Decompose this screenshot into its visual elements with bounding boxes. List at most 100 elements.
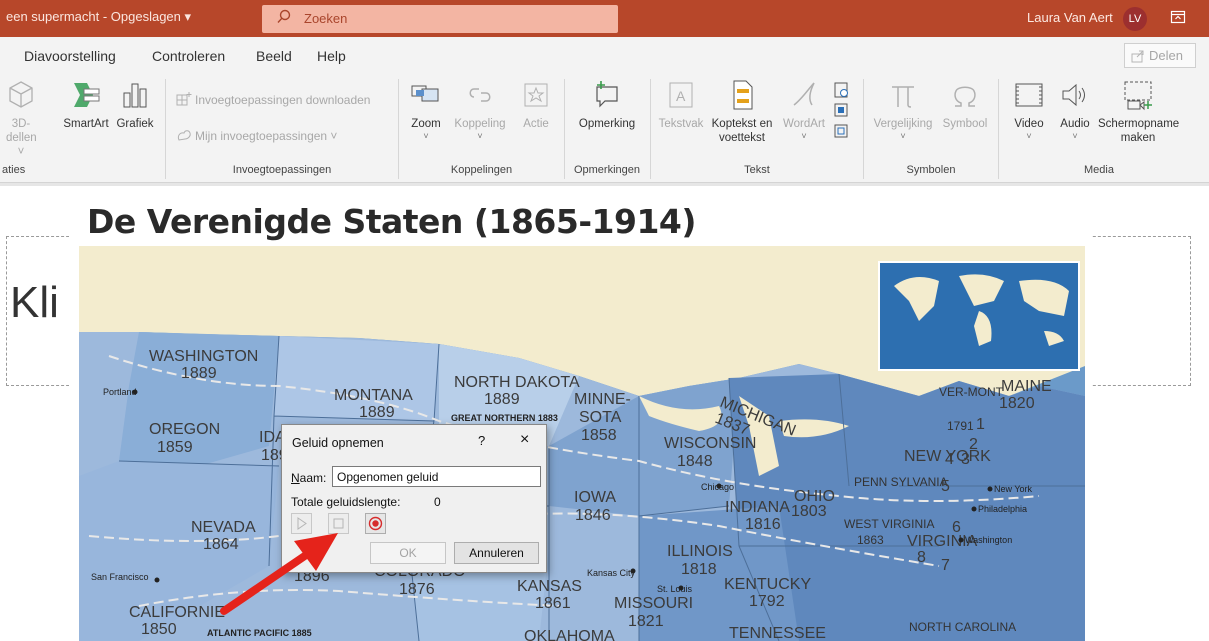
state-north-dakota-year: 1889 <box>484 391 520 408</box>
state-oklahoma: OKLAHOMA <box>524 628 615 641</box>
state-maine: MAINE <box>1001 378 1052 395</box>
cancel-button[interactable]: Annuleren <box>454 542 539 564</box>
city-san-francisco: San Francisco <box>91 572 149 582</box>
zoom-button[interactable]: Zoom ˅ <box>404 79 448 141</box>
record-button[interactable] <box>365 513 386 534</box>
audio-button[interactable]: Audio ˅ <box>1054 79 1096 141</box>
tab-diavoorstelling[interactable]: Diavoorstelling <box>24 48 116 64</box>
share-button[interactable]: Delen <box>1124 43 1196 68</box>
tab-help[interactable]: Help <box>317 48 346 64</box>
group-label-opmerkingen: Opmerkingen <box>573 164 641 176</box>
video-icon <box>1015 83 1043 107</box>
state-washington-year: 1889 <box>181 365 217 382</box>
city-washington: Washington <box>965 535 1012 545</box>
state-minnesota: MINNE- <box>574 391 631 408</box>
omega-icon <box>954 86 976 107</box>
bar-chart-icon <box>123 83 147 108</box>
wordart-icon <box>793 82 815 106</box>
equation-button[interactable]: Vergelijking ˅ <box>868 79 938 141</box>
state-minnesota-2: SOTA <box>579 409 622 426</box>
state-kansas-year: 1861 <box>535 595 571 612</box>
state-ohio-year: 1803 <box>791 503 827 520</box>
smartart-icon <box>74 83 100 107</box>
placeholder-text[interactable]: Kli <box>10 278 59 328</box>
name-label: Naam: <box>291 471 327 485</box>
state-missouri-year: 1821 <box>628 613 664 630</box>
link-icon <box>469 88 491 102</box>
header-footer-button[interactable]: Koptekst en voettekst <box>706 79 778 145</box>
state-illinois: ILLINOIS <box>667 543 733 560</box>
avatar[interactable]: LV <box>1123 7 1147 31</box>
state-west-virginia: WEST VIRGINIA <box>844 517 934 531</box>
video-button[interactable]: Video ˅ <box>1008 79 1050 141</box>
screen-recording-button[interactable]: Schermopname maken <box>1098 79 1179 145</box>
download-addins-button[interactable]: Invoegtoepassingen downloaden <box>176 91 370 107</box>
document-title[interactable]: een supermacht - Opgeslagen ▾ <box>6 9 191 25</box>
length-label: Totale geluidslengte: <box>291 495 401 509</box>
cube-icon <box>9 81 33 108</box>
symbol-button[interactable]: Symbool <box>938 79 992 131</box>
pi-icon <box>892 86 914 108</box>
state-kansas: KANSAS <box>517 578 582 595</box>
share-icon <box>1131 50 1144 63</box>
record-icon <box>368 516 383 531</box>
state-north-carolina: NORTH CAROLINA <box>909 620 1016 634</box>
wordart-button[interactable]: WordArt ˅ <box>780 79 828 141</box>
screen-recording-icon <box>1124 81 1152 111</box>
length-value: 0 <box>434 495 441 509</box>
group-label-media: Media <box>1084 164 1114 176</box>
state-missouri: MISSOURI <box>614 595 693 612</box>
zoom-slide-icon <box>411 85 439 102</box>
search-box[interactable]: Zoeken <box>262 5 618 33</box>
3d-models-button[interactable]: 3D- dellen ˅ <box>6 79 37 159</box>
search-label: Zoeken <box>304 11 348 26</box>
ok-button[interactable]: OK <box>370 542 446 564</box>
chart-button[interactable]: Grafiek <box>114 79 156 131</box>
header-footer-icon <box>733 80 753 110</box>
close-button[interactable]: × <box>520 431 529 449</box>
annotation-arrow <box>220 533 338 615</box>
name-field[interactable] <box>332 466 541 487</box>
state-montana: MONTANA <box>334 387 413 404</box>
state-north-dakota: NORTH DAKOTA <box>454 374 580 391</box>
state-montana-year: 1889 <box>359 404 395 421</box>
city-new-york: New York <box>994 484 1033 494</box>
date-time-icon[interactable] <box>833 81 851 143</box>
smartart-button[interactable]: SmartArt <box>58 79 114 131</box>
comment-icon <box>596 81 618 108</box>
state-west-virginia-year: 1863 <box>857 533 884 547</box>
state-iowa: IOWA <box>574 489 616 506</box>
state-kentucky: KENTUCKY <box>724 576 811 593</box>
map-number-8: 8 <box>917 549 926 566</box>
menu-tabs: Diavoorstelling Controleren Beeld Help D… <box>0 37 1209 73</box>
comment-button[interactable]: Opmerking <box>570 79 644 131</box>
ribbon-display-icon[interactable] <box>1170 9 1186 25</box>
tab-beeld[interactable]: Beeld <box>256 48 292 64</box>
state-tennessee: TENNESSEE <box>729 625 826 641</box>
link-button[interactable]: Koppeling ˅ <box>451 79 509 141</box>
city-st-louis: St. Louis <box>657 584 693 594</box>
action-button[interactable]: Actie <box>516 79 556 131</box>
user-name[interactable]: Laura Van Aert <box>1027 10 1113 25</box>
state-iowa-year: 1846 <box>575 507 611 524</box>
state-california-year: 1850 <box>141 621 177 638</box>
state-pennsylvania: PENN SYLVANIA <box>854 475 948 489</box>
textbox-button[interactable]: A Tekstvak <box>655 79 707 131</box>
group-label-invoegtoepassingen: Invoegtoepassingen <box>232 164 332 176</box>
state-kentucky-year: 1792 <box>749 593 785 610</box>
state-indiana: INDIANA <box>725 499 790 516</box>
map-number-7: 7 <box>941 557 950 574</box>
my-addins-button[interactable]: Mijn invoegtoepassingen ˅ <box>176 127 337 143</box>
group-label-illustraties: aties <box>2 164 26 176</box>
my-addins-icon <box>177 130 191 141</box>
group-label-koppelingen: Koppelingen <box>450 164 513 176</box>
ribbon: 3D- dellen ˅ SmartArt Grafiek aties Invo… <box>0 73 1209 183</box>
city-chicago: Chicago <box>701 482 734 492</box>
state-vermont: VER-MONT <box>939 385 1004 399</box>
state-oregon: OREGON <box>149 421 220 438</box>
help-button[interactable]: ? <box>478 433 485 448</box>
state-washington: WASHINGTON <box>149 348 258 365</box>
tab-controleren[interactable]: Controleren <box>152 48 225 64</box>
map-number-5: 5 <box>941 478 950 495</box>
textbox-icon: A <box>669 82 693 108</box>
